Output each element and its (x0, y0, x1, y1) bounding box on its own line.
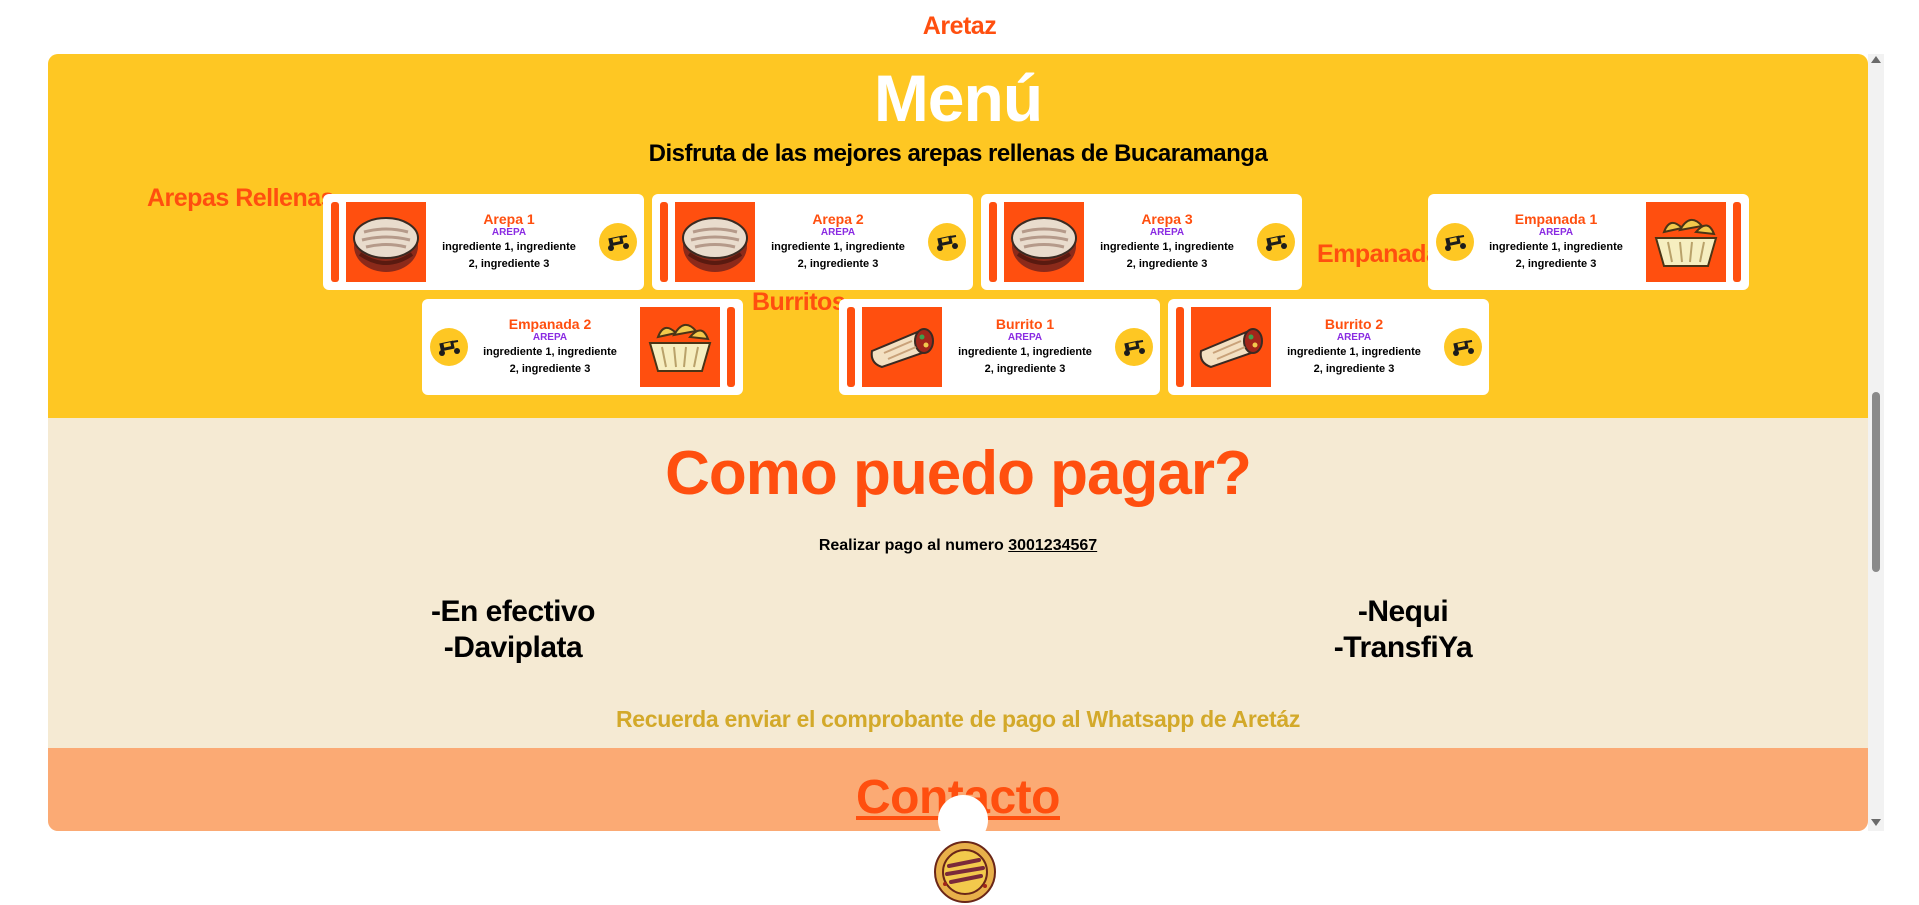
card-ingredients: ingrediente 1, ingrediente 2, ingredient… (958, 346, 1092, 375)
payment-instruction-text: Realizar pago al numero (818, 537, 1004, 554)
scroll-down-arrow-icon[interactable] (1871, 819, 1881, 826)
card-tag: AREPA (532, 332, 568, 343)
card-accent-bar (989, 202, 997, 282)
card-ingredients: ingrediente 1, ingrediente 2, ingredient… (1489, 241, 1623, 270)
arepa-image (346, 202, 426, 282)
menu-card-burrito-1[interactable]: Burrito 1 AREPA ingrediente 1, ingredien… (839, 299, 1160, 395)
card-tag: AREPA (820, 227, 856, 238)
card-info: Burrito 1 AREPA ingrediente 1, ingredien… (955, 317, 1095, 378)
card-name: Arepa 3 (1141, 211, 1193, 227)
card-name: Empanada 2 (508, 316, 592, 332)
card-name: Burrito 2 (1324, 316, 1384, 332)
delivery-moto-icon[interactable] (928, 223, 966, 261)
card-name: Empanada 1 (1514, 211, 1598, 227)
payment-phone-link[interactable]: 3001234567 (1008, 537, 1097, 554)
category-label-arepas: Arepas Rellenas (147, 184, 335, 212)
menu-section: Menú Disfruta de las mejores arepas rell… (48, 54, 1868, 418)
card-tag: AREPA (1336, 332, 1372, 343)
menu-card-empanada-1[interactable]: Empanada 1 AREPA ingrediente 1, ingredie… (1428, 194, 1749, 290)
card-ingredients: ingrediente 1, ingrediente 2, ingredient… (483, 346, 617, 375)
arepa-image (675, 202, 755, 282)
menu-card-burrito-2[interactable]: Burrito 2 AREPA ingrediente 1, ingredien… (1168, 299, 1489, 395)
card-name: Arepa 2 (812, 211, 864, 227)
card-accent-bar (1176, 307, 1184, 387)
empanada-basket-image (1646, 202, 1726, 282)
card-ingredients: ingrediente 1, ingrediente 2, ingredient… (771, 241, 905, 270)
delivery-moto-icon[interactable] (1444, 328, 1482, 366)
payment-method: -En efectivo (430, 595, 596, 628)
scroll-up-arrow-icon[interactable] (1871, 56, 1881, 63)
payment-method: -Nequi (1357, 595, 1449, 628)
card-ingredients: ingrediente 1, ingrediente 2, ingredient… (1100, 241, 1234, 270)
card-accent-bar (847, 307, 855, 387)
arepa-image (1004, 202, 1084, 282)
payment-method: -TransfiYa (1333, 631, 1473, 664)
payment-methods-left: -En efectivo -Daviplata (363, 594, 663, 666)
payment-methods-right: -Nequi -TransfiYa (1253, 594, 1553, 666)
card-tag: AREPA (491, 227, 527, 238)
card-info: Empanada 2 AREPA ingrediente 1, ingredie… (480, 317, 620, 378)
card-tag: AREPA (1007, 332, 1043, 343)
card-ingredients: ingrediente 1, ingrediente 2, ingredient… (442, 241, 576, 270)
delivery-moto-icon[interactable] (599, 223, 637, 261)
card-info: Burrito 2 AREPA ingrediente 1, ingredien… (1284, 317, 1424, 378)
delivery-moto-icon[interactable] (430, 328, 468, 366)
scrollbar-thumb[interactable] (1872, 392, 1880, 572)
burrito-image (862, 307, 942, 387)
card-info: Arepa 3 AREPA ingrediente 1, ingrediente… (1097, 212, 1237, 273)
menu-card-empanada-2[interactable]: Empanada 2 AREPA ingrediente 1, ingredie… (422, 299, 743, 395)
menu-card-arepa-3[interactable]: Arepa 3 AREPA ingrediente 1, ingrediente… (981, 194, 1302, 290)
card-tag: AREPA (1149, 227, 1185, 238)
menu-card-arepa-1[interactable]: Arepa 1 AREPA ingrediente 1, ingrediente… (323, 194, 644, 290)
card-accent-bar (727, 307, 735, 387)
content-frame: Menú Disfruta de las mejores arepas rell… (48, 54, 1868, 831)
payment-section: Como puedo pagar? Realizar pago al numer… (48, 418, 1868, 748)
category-label-burritos: Burritos (752, 288, 846, 316)
card-name: Burrito 1 (995, 316, 1055, 332)
payment-instruction: Realizar pago al numero 3001234567 (48, 537, 1868, 555)
card-accent-bar (660, 202, 668, 282)
payment-title: Como puedo pagar? (665, 439, 1252, 508)
menu-card-arepa-2[interactable]: Arepa 2 AREPA ingrediente 1, ingrediente… (652, 194, 973, 290)
card-accent-bar (1733, 202, 1741, 282)
empanada-basket-image (640, 307, 720, 387)
floating-circle (938, 795, 988, 845)
card-info: Arepa 2 AREPA ingrediente 1, ingrediente… (768, 212, 908, 273)
card-tag: AREPA (1538, 227, 1574, 238)
card-accent-bar (331, 202, 339, 282)
card-name: Arepa 1 (483, 211, 535, 227)
payment-method: -Daviplata (443, 631, 583, 664)
card-info: Empanada 1 AREPA ingrediente 1, ingredie… (1486, 212, 1626, 273)
burrito-image (1191, 307, 1271, 387)
arepa-logo-icon[interactable] (933, 840, 997, 904)
delivery-moto-icon[interactable] (1115, 328, 1153, 366)
card-ingredients: ingrediente 1, ingrediente 2, ingredient… (1287, 346, 1421, 375)
delivery-moto-icon[interactable] (1257, 223, 1295, 261)
brand-logo-text[interactable]: Aretaz (0, 12, 1919, 41)
card-info: Arepa 1 AREPA ingrediente 1, ingrediente… (439, 212, 579, 273)
payment-note: Recuerda enviar el comprobante de pago a… (615, 706, 1301, 732)
menu-subtitle: Disfruta de las mejores arepas rellenas … (648, 140, 1268, 167)
delivery-moto-icon[interactable] (1436, 223, 1474, 261)
menu-title: Menú (873, 61, 1043, 135)
